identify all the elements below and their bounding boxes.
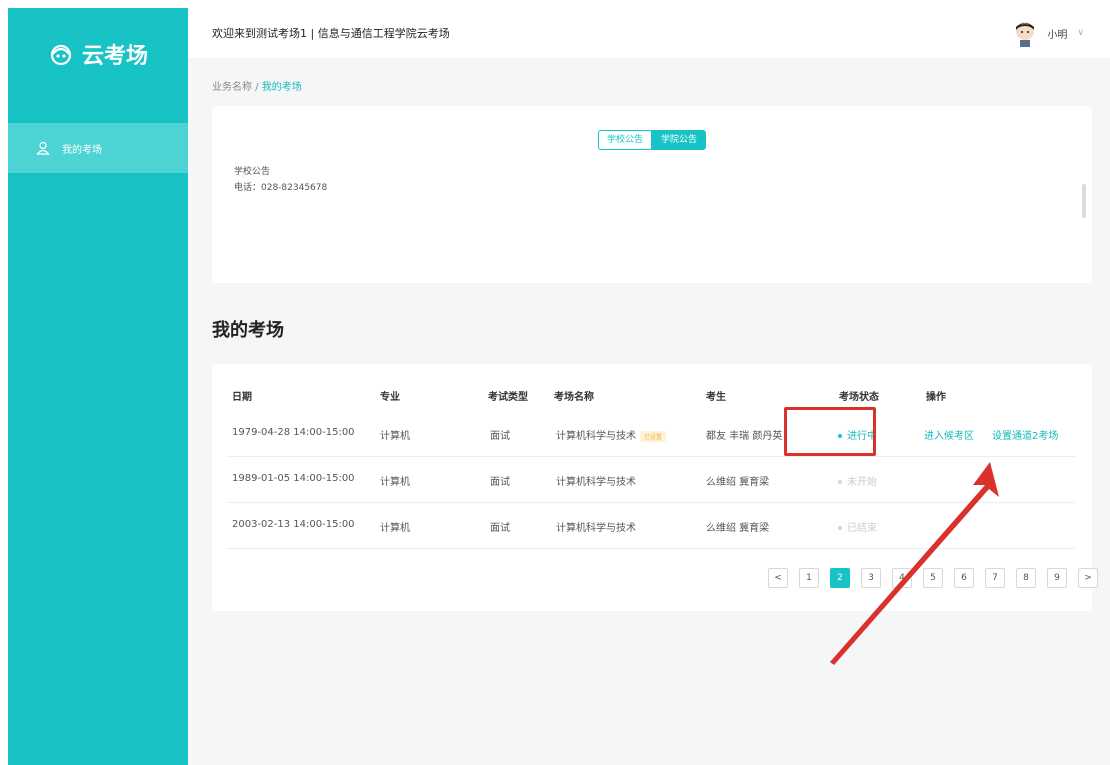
cell-students: 么维绍 冀育梁	[706, 477, 770, 488]
cloud-hat-icon	[50, 44, 72, 66]
app-root: 云考场 我的考场 欢迎来到测试考场1 | 信息与通信工程学院云考场 小明 ∨ 业…	[0, 0, 1110, 765]
status-text: 未开始	[847, 477, 877, 488]
page-button-4[interactable]: 4	[892, 568, 912, 588]
cell-students: 么维绍 冀育梁	[706, 523, 770, 534]
column-header-status: 考场状态	[839, 392, 879, 403]
cell-students: 都友 丰瑞 颜丹英	[706, 431, 783, 442]
top-bar: 欢迎来到测试考场1 | 信息与通信工程学院云考场 小明 ∨	[188, 8, 1110, 58]
set-channel2-room-link[interactable]: 设置通道2考场	[992, 427, 1058, 442]
status-badge: 已设置	[640, 430, 667, 442]
user-outline-icon	[36, 141, 50, 155]
page-button-1[interactable]: 1	[799, 568, 819, 588]
status-dot-icon	[838, 480, 842, 484]
breadcrumb-parent[interactable]: 业务名称	[212, 82, 252, 93]
page-button-3[interactable]: 3	[861, 568, 881, 588]
cell-room-name: 计算机科学与技术	[556, 477, 636, 488]
column-header-date: 日期	[232, 392, 252, 403]
breadcrumb-current: 我的考场	[261, 82, 302, 93]
room-name-text: 计算机科学与技术	[556, 431, 636, 442]
cell-date: 1989-01-05 14:00-15:00	[232, 473, 355, 484]
table-row: 1979-04-28 14:00-15:00 计算机 面试 计算机科学与技术 已设…	[226, 411, 1076, 457]
page-button-7[interactable]: 7	[985, 568, 1005, 588]
avatar	[1016, 22, 1035, 47]
table-row: 1989-01-05 14:00-15:00 计算机 面试 计算机科学与技术 么…	[226, 457, 1076, 503]
page-title: 我的考场	[212, 320, 284, 341]
column-header-students: 考生	[706, 392, 726, 403]
welcome-text: 欢迎来到测试考场1 | 信息与通信工程学院云考场	[212, 27, 450, 40]
page-button-2[interactable]: 2	[830, 568, 850, 588]
cell-status: 未开始	[838, 473, 877, 488]
status-text: 已结束	[847, 523, 877, 534]
notice-tabs: 学校公告 学院公告	[598, 130, 707, 150]
page-button-8[interactable]: 8	[1016, 568, 1036, 588]
notice-phone: 电话：028-82345678	[234, 183, 328, 193]
column-header-type: 考试类型	[488, 392, 528, 403]
cell-major: 计算机	[380, 431, 410, 442]
cell-room-name: 计算机科学与技术 已设置	[556, 427, 667, 442]
user-name: 小明	[1047, 29, 1068, 41]
sidebar-item-my-exam-room[interactable]: 我的考场	[8, 123, 188, 173]
prev-page-button[interactable]: <	[768, 568, 788, 588]
cell-major: 计算机	[380, 523, 410, 534]
cell-type: 面试	[490, 431, 510, 442]
annotation-highlight-box	[784, 407, 876, 456]
table-row: 2003-02-13 14:00-15:00 计算机 面试 计算机科学与技术 么…	[226, 503, 1076, 549]
sidebar: 云考场 我的考场	[8, 8, 188, 765]
logo-text: 云考场	[81, 44, 148, 69]
cell-major: 计算机	[380, 477, 410, 488]
tab-school-notice[interactable]: 学校公告	[598, 130, 653, 150]
column-header-actions: 操作	[926, 392, 946, 403]
pagination: < 1 2 3 4 5 6 7 8 9 >	[768, 568, 1098, 588]
chevron-down-icon: ∨	[1077, 28, 1084, 38]
page-button-6[interactable]: 6	[954, 568, 974, 588]
column-header-room-name: 考场名称	[554, 392, 594, 403]
breadcrumb-separator: /	[252, 82, 262, 93]
next-page-button[interactable]: >	[1078, 568, 1098, 588]
page-button-5[interactable]: 5	[923, 568, 943, 588]
notice-scrollbar[interactable]	[1082, 184, 1086, 218]
cell-date: 1979-04-28 14:00-15:00	[232, 427, 355, 438]
cell-date: 2003-02-13 14:00-15:00	[232, 519, 355, 530]
logo: 云考场	[8, 8, 188, 100]
page-button-9[interactable]: 9	[1047, 568, 1067, 588]
cell-room-name: 计算机科学与技术	[556, 523, 636, 534]
status-dot-icon	[838, 526, 842, 530]
notice-heading: 学校公告	[234, 167, 271, 177]
exam-room-table: 日期 专业 考试类型 考场名称 考生 考场状态 操作 1979-04-28 14…	[212, 364, 1098, 611]
notice-panel: 学校公告 学院公告 学校公告 电话：028-82345678	[212, 106, 1092, 283]
tab-college-notice[interactable]: 学院公告	[652, 130, 707, 150]
sidebar-item-label: 我的考场	[62, 144, 102, 156]
column-header-major: 专业	[380, 392, 400, 403]
user-menu[interactable]: 小明 ∨	[1013, 19, 1084, 47]
breadcrumb: 业务名称 / 我的考场	[212, 78, 302, 93]
cell-type: 面试	[490, 523, 510, 534]
enter-waiting-area-link[interactable]: 进入候考区	[924, 427, 974, 442]
cell-status: 已结束	[838, 519, 877, 534]
main-area: 欢迎来到测试考场1 | 信息与通信工程学院云考场 小明 ∨ 业务名称 / 我的考…	[188, 8, 1110, 765]
cell-type: 面试	[490, 477, 510, 488]
